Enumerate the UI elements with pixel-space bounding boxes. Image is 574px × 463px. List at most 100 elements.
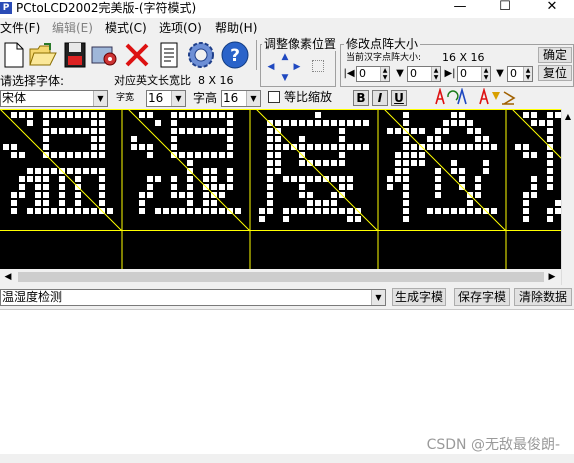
shrink-bottom-icon[interactable]: ▼ [493, 67, 507, 81]
menu-mode[interactable]: 模式(C) [105, 21, 147, 35]
top-spinner[interactable]: 0 ▲ ▼ [407, 66, 441, 82]
glyph-pixel [211, 128, 217, 134]
glyph-pixel [155, 120, 161, 126]
glyph-pixel [427, 144, 433, 150]
glyph-pixel [483, 144, 489, 150]
font-family-select[interactable]: 宋体 ▼ [0, 90, 108, 107]
glyph-pixel [315, 160, 321, 166]
reset-button[interactable]: 复位 [538, 65, 572, 81]
glyph-pixel [3, 144, 9, 150]
char-width-label: 字宽 [116, 93, 135, 103]
options-gear-icon[interactable] [186, 40, 216, 70]
glyph-pixel [435, 192, 441, 198]
glyph-pixel [99, 184, 105, 190]
menu-file[interactable]: 文件(F) [0, 21, 40, 35]
left-spinner[interactable]: 0 ▲ ▼ [356, 66, 390, 82]
move-down-icon[interactable]: ▼ [280, 73, 290, 83]
open-folder-icon[interactable] [28, 40, 58, 70]
glyph-pixel [75, 152, 81, 158]
clear-button[interactable]: 清除数据 [514, 288, 572, 306]
glyph-pixel [219, 112, 225, 118]
char-width-select[interactable]: 16 ▼ [146, 90, 186, 107]
bottom-spinner[interactable]: 0 ▲ ▼ [507, 66, 533, 82]
glyph-pixel [315, 208, 321, 214]
bottom-spinner-value: 0 [510, 67, 517, 80]
glyph-pixel [219, 152, 225, 158]
svg-text:?: ? [230, 46, 240, 66]
glyph-pixel [195, 128, 201, 134]
glyph-pixel [403, 120, 409, 126]
glyph-pixel [171, 176, 177, 182]
generate-button[interactable]: 生成字模 [392, 288, 446, 306]
glyph-pixel [459, 176, 465, 182]
glyph-pixel [331, 208, 337, 214]
matrix-size-title: 修改点阵大小 [344, 37, 421, 51]
new-file-icon[interactable] [0, 40, 28, 70]
glyph-pixel [43, 136, 49, 142]
menu-help[interactable]: 帮助(H) [215, 21, 257, 35]
menu-bar: 文件(F) 编辑(E) 模式(C) 选项(O) 帮助(H) [0, 19, 574, 37]
preview-canvas[interactable] [0, 109, 561, 269]
bold-button[interactable]: B [353, 90, 369, 106]
output-text-area[interactable] [0, 309, 574, 454]
shrink-right-icon[interactable]: ▶| [443, 67, 457, 81]
glyph-pixel [99, 200, 105, 206]
move-left-icon[interactable]: ◀ [266, 62, 276, 72]
shrink-top-icon[interactable]: ▼ [393, 67, 407, 81]
move-right-icon[interactable]: ▶ [292, 62, 302, 72]
confirm-button[interactable]: 确定 [538, 47, 572, 63]
glyph-pixel [475, 144, 481, 150]
glyph-pixel [547, 160, 553, 166]
glyph-pixel [291, 208, 297, 214]
glyph-pixel [347, 216, 353, 222]
glyph-pixel [475, 176, 481, 182]
glyph-pixel [467, 144, 473, 150]
vertical-scrollbar[interactable]: ▲ [561, 109, 574, 285]
scroll-up-icon[interactable]: ▲ [562, 111, 574, 123]
glyph-pixel [91, 208, 97, 214]
help-icon[interactable]: ? [220, 40, 250, 70]
glyph-pixel [227, 136, 233, 142]
glyph-pixel [163, 208, 169, 214]
menu-options[interactable]: 选项(O) [159, 21, 202, 35]
glyph-pixel [35, 192, 41, 198]
move-up-icon[interactable]: ▲ [280, 52, 290, 62]
underline-button[interactable]: U [391, 90, 407, 106]
delete-x-icon[interactable] [122, 40, 152, 70]
italic-button[interactable]: I [372, 90, 388, 106]
glyph-pixel [11, 208, 17, 214]
glyph-pixel [443, 208, 449, 214]
center-icon[interactable] [312, 60, 324, 72]
glyph-pixel [403, 200, 409, 206]
rotate-icon[interactable] [434, 87, 468, 106]
close-button[interactable]: ✕ [538, 0, 566, 14]
text-input-combo[interactable]: 温湿度检测 ▼ [0, 289, 386, 306]
proportional-checkbox[interactable] [268, 91, 280, 103]
glyph-pixel [347, 176, 353, 182]
char-height-select[interactable]: 16 ▼ [221, 90, 261, 107]
glyph-pixel [315, 144, 321, 150]
current-matrix-label: 当前汉字点阵大小: [346, 53, 422, 63]
menu-edit[interactable]: 编辑(E) [52, 21, 93, 35]
scroll-left-icon[interactable]: ◀ [2, 270, 14, 284]
horizontal-scrollbar[interactable]: ◀ ▶ [0, 269, 561, 285]
aspect-ratio-label: 对应英文长宽比 [114, 74, 191, 87]
document-icon[interactable] [154, 40, 184, 70]
glyph-pixel [547, 176, 553, 182]
glyph-pixel [219, 192, 225, 198]
glyph-pixel [299, 144, 305, 150]
maximize-button[interactable]: ☐ [491, 0, 519, 14]
mirror-icon[interactable] [478, 87, 518, 106]
minimize-button[interactable]: — [446, 0, 474, 14]
scroll-right-icon[interactable]: ▶ [546, 270, 558, 284]
settings-gear-icon[interactable] [90, 40, 120, 70]
save-icon[interactable] [60, 40, 90, 70]
horizontal-scroll-thumb[interactable] [18, 272, 544, 282]
shrink-left-icon[interactable]: |◀ [342, 67, 356, 81]
glyph-pixel [475, 184, 481, 190]
glyph-pixel [83, 152, 89, 158]
glyph-pixel [75, 200, 81, 206]
glyph-pixel [187, 192, 193, 198]
save-font-button[interactable]: 保存字模 [454, 288, 510, 306]
right-spinner[interactable]: 0 ▲ ▼ [457, 66, 491, 82]
